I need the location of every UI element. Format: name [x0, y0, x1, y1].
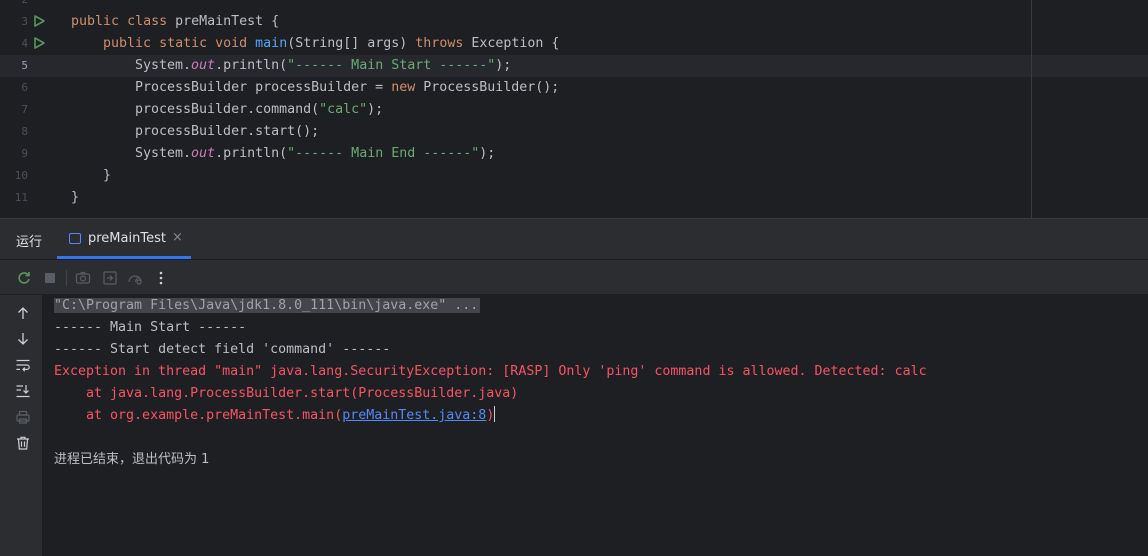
code-text: System. — [135, 146, 192, 161]
restore-layout-icon[interactable] — [102, 270, 118, 286]
line-number: 6 — [21, 81, 28, 94]
code-line-5: System.out.println("------ Main Start --… — [135, 55, 511, 77]
line-number: 7 — [21, 103, 28, 116]
console-command-line[interactable]: "C:\Program Files\Java\jdk1.8.0_111\bin\… — [54, 298, 481, 313]
code-editor[interactable]: 2 3 4 5 6 7 8 9 10 11 public class preMa… — [0, 0, 1148, 218]
code-text: System. — [135, 58, 192, 73]
rerun-icon[interactable] — [16, 270, 32, 286]
toolbar-divider — [66, 270, 67, 286]
run-main-icon[interactable] — [33, 37, 45, 49]
down-arrow-icon[interactable] — [15, 331, 31, 347]
code-text: Exception { — [463, 36, 560, 51]
string-literal: "------ Main Start ------" — [287, 58, 496, 73]
text-caret — [494, 406, 496, 422]
code-text: ); — [367, 102, 384, 117]
line-number: 8 — [21, 125, 28, 138]
console-error-line: at org.example.preMainTest.main(preMainT… — [54, 405, 496, 427]
code-text: .println( — [215, 58, 288, 73]
code-line-9: System.out.println("------ Main End ----… — [135, 143, 495, 165]
console-error-line: Exception in thread "main" java.lang.Sec… — [54, 364, 927, 379]
tab-premaintest[interactable]: preMainTest × — [57, 219, 191, 259]
run-toolbar — [0, 259, 1148, 295]
tab-label: preMainTest — [88, 231, 166, 246]
code-text: ProcessBuilder processBuilder = — [135, 80, 392, 95]
code-text: .println( — [215, 146, 288, 161]
string-literal: "calc" — [319, 102, 368, 117]
print-icon[interactable] — [15, 409, 31, 425]
code-text: ); — [495, 58, 512, 73]
console-output[interactable]: "C:\Program Files\Java\jdk1.8.0_111\bin\… — [42, 295, 1148, 556]
line-number: 10 — [14, 169, 28, 182]
static-field: out — [191, 58, 216, 73]
code-text: processBuilder.command( — [135, 102, 320, 117]
trash-icon[interactable] — [15, 435, 31, 451]
close-icon[interactable]: × — [172, 230, 183, 245]
keyword: public — [71, 14, 120, 29]
panel-title: 运行 — [16, 235, 43, 250]
source-link[interactable]: preMainTest.java:8 — [342, 408, 486, 423]
soft-wrap-icon[interactable] — [15, 357, 31, 373]
run-class-icon[interactable] — [33, 15, 45, 27]
code-text: ); — [479, 146, 496, 161]
string-literal: "------ Main End ------" — [287, 146, 480, 161]
line-number: 11 — [14, 191, 28, 204]
more-options-icon[interactable] — [153, 270, 169, 286]
keyword: public — [103, 36, 152, 51]
code-text: preMainTest { — [167, 14, 280, 29]
keyword: new — [391, 80, 416, 95]
console-line: ------ Main Start ------ — [54, 320, 247, 335]
code-line-6: ProcessBuilder processBuilder = new Proc… — [135, 77, 559, 99]
run-panel-header: 运行 preMainTest × — [0, 219, 1148, 259]
console-side-toolbar — [0, 295, 42, 556]
code-line-8: processBuilder.start(); — [135, 124, 320, 139]
keyword: throws — [415, 36, 464, 51]
stop-icon[interactable] — [42, 270, 58, 286]
code-text: (String[] args) — [287, 36, 416, 51]
code-line-4: public static void main(String[] args) t… — [103, 33, 559, 55]
stack-trace-text: ) — [486, 408, 495, 423]
line-number: 9 — [21, 147, 28, 160]
up-arrow-icon[interactable] — [15, 305, 31, 321]
static-field: out — [191, 146, 216, 161]
code-line-7: processBuilder.command("calc"); — [135, 99, 383, 121]
line-number: 4 — [21, 37, 28, 50]
keyword: class — [127, 14, 168, 29]
stack-trace-text: at org.example.preMainTest.main( — [54, 408, 343, 423]
console-line: "C:\Program Files\Java\jdk1.8.0_111\bin\… — [54, 295, 481, 317]
run-panel: 运行 preMainTest × "C:\Program Files\Java\… — [0, 219, 1148, 556]
console-exit-line: 进程已结束，退出代码为 1 — [54, 452, 210, 467]
profiler-icon[interactable] — [127, 270, 143, 286]
code-line-3: public class preMainTest { — [71, 11, 279, 33]
keyword: void — [215, 36, 248, 51]
keyword: static — [159, 36, 208, 51]
line-number-current: 5 — [21, 59, 28, 72]
line-number: 3 — [21, 15, 28, 28]
code-line-11: } — [71, 190, 80, 205]
line-number: 2 — [0, 0, 28, 6]
camera-icon[interactable] — [75, 270, 91, 286]
console-error-line: at java.lang.ProcessBuilder.start(Proces… — [54, 386, 519, 401]
scroll-to-end-icon[interactable] — [15, 383, 31, 399]
code-line-10: } — [103, 168, 112, 183]
console-window-icon — [69, 233, 81, 244]
code-text: ProcessBuilder(); — [415, 80, 560, 95]
console-line: ------ Start detect field 'command' ----… — [54, 342, 391, 357]
method-name: main — [255, 36, 288, 51]
right-margin-guide — [1031, 0, 1032, 218]
